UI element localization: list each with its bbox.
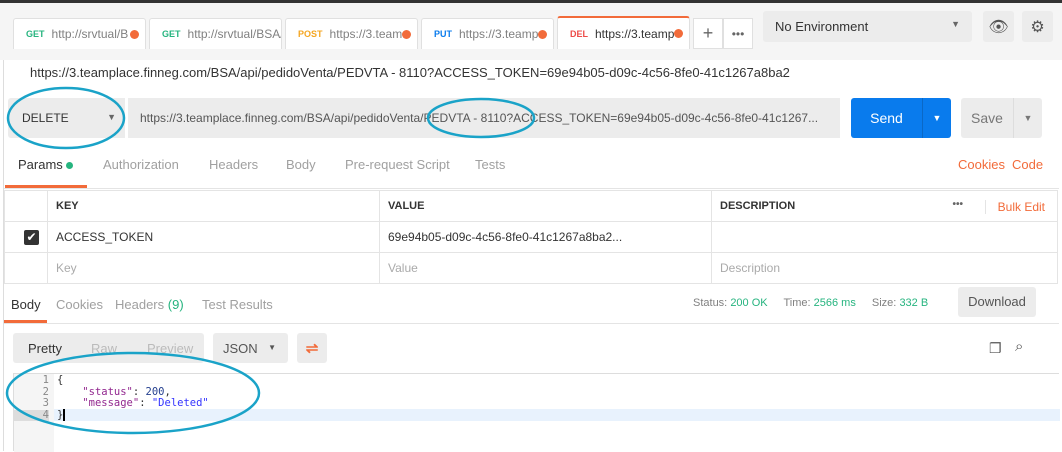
annotation-ellipse-response bbox=[5, 351, 261, 435]
annotation-ellipse-url-id bbox=[426, 97, 536, 139]
annotation-overlay bbox=[5, 86, 536, 435]
annotation-ellipse-method bbox=[6, 86, 126, 150]
